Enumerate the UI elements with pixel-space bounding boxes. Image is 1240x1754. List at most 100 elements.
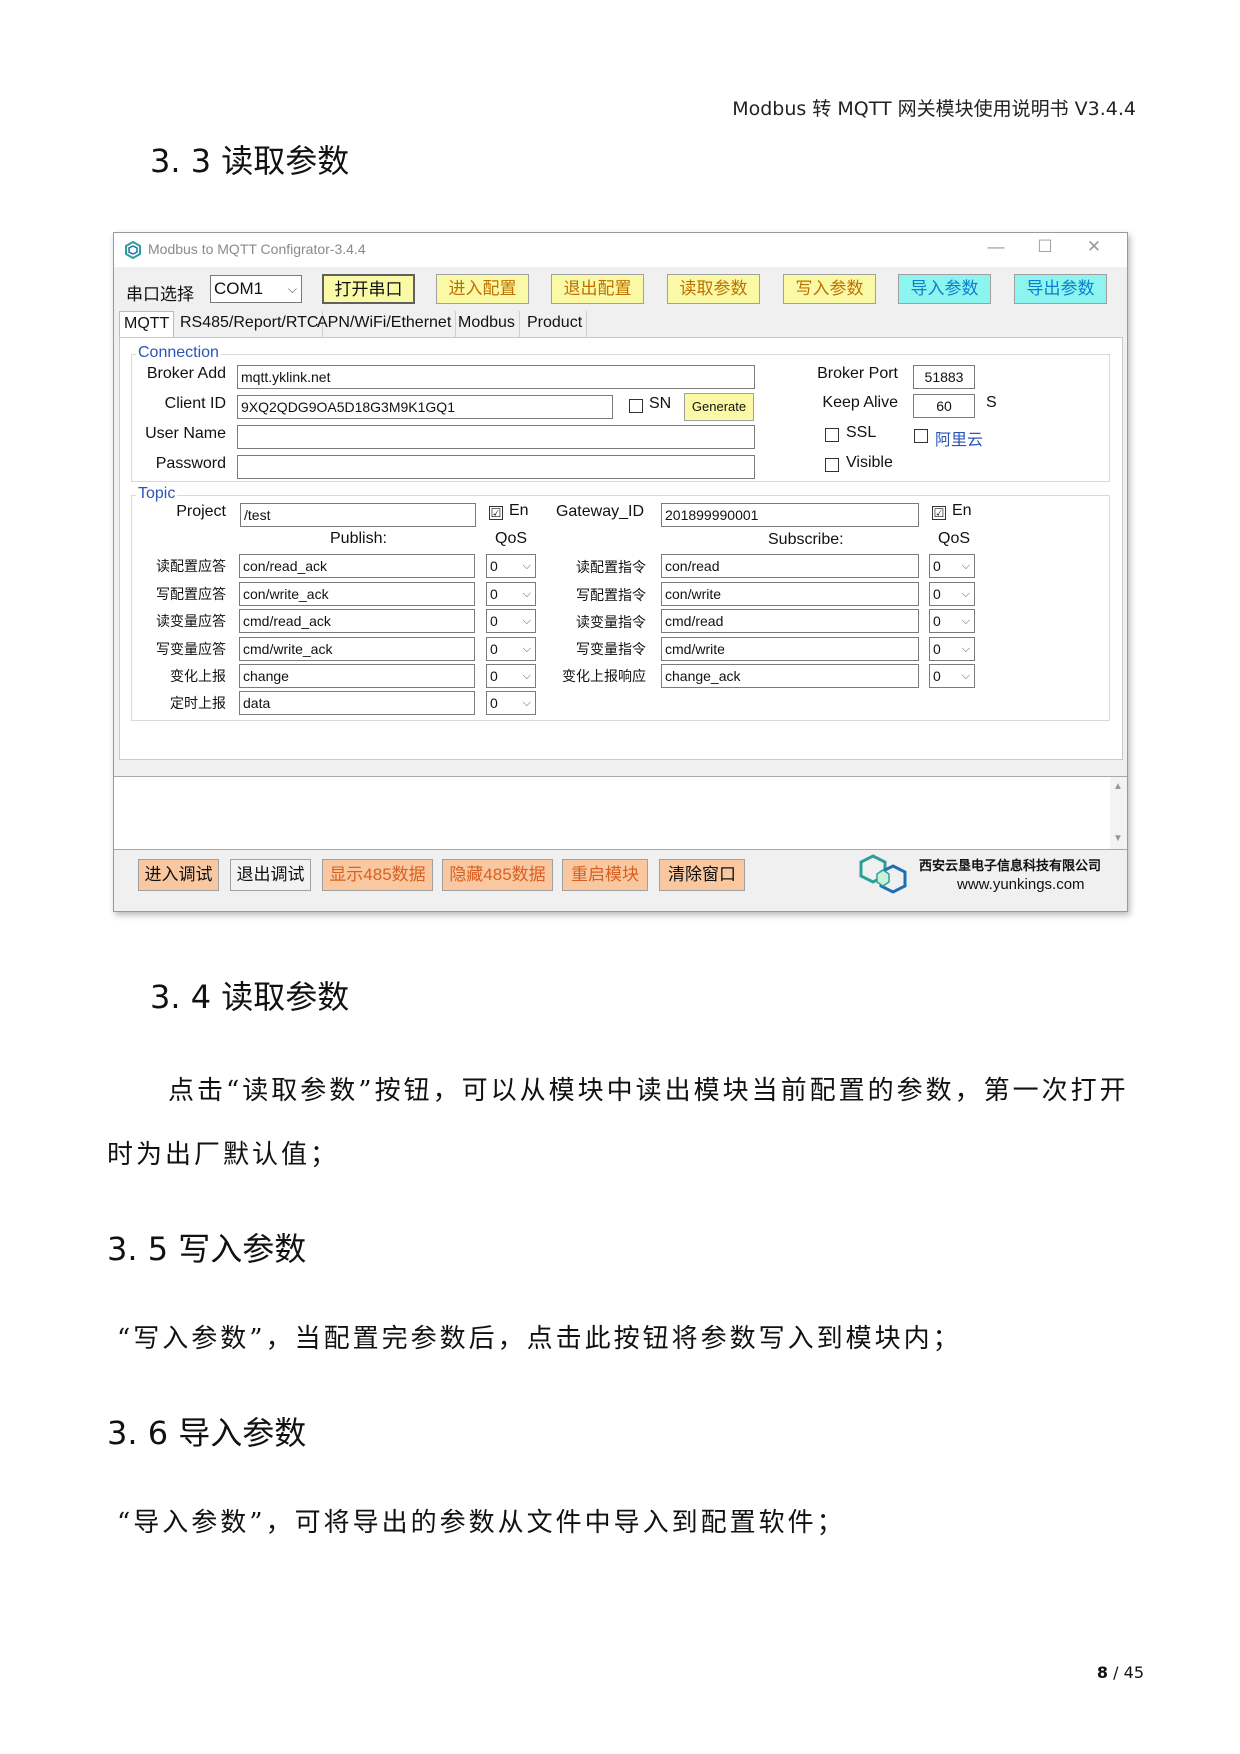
subscribe-topic-input[interactable]: con/read [661,554,919,578]
scroll-down-icon[interactable]: ▼ [1113,833,1123,844]
mqtt-panel: Connection Broker Add mqtt.yklink.net Cl… [119,337,1123,760]
hide-485-button[interactable]: 隐藏485数据 [442,859,553,891]
broker-port-input[interactable]: 51883 [913,365,975,389]
publish-qos-select[interactable]: 0 ⌵ [486,637,536,661]
tab-apn-wifi-ethernet[interactable]: APN/WiFi/Ethernet [313,311,457,337]
aliyun-label: 阿里云 [935,430,984,449]
qos-value: 0 [490,668,498,684]
chevron-down-icon: ⌵ [961,615,970,627]
subscribe-qos-select[interactable]: 0 ⌵ [929,554,975,578]
publish-qos-select[interactable]: 0 ⌵ [486,691,536,715]
close-button[interactable]: ✕ [1079,237,1109,257]
topic-group-label: Topic [136,485,178,503]
chevron-down-icon: ⌵ [522,670,531,682]
publish-topic-input[interactable]: data [239,691,475,715]
gateway-en-checkbox[interactable]: ☑ [932,506,946,520]
import-params-button[interactable]: 导入参数 [898,274,991,304]
connection-group-label: Connection [136,344,221,362]
chevron-down-icon: ⌵ [961,670,970,682]
subscribe-topic-input[interactable]: cmd/write [661,637,919,661]
tab-modbus[interactable]: Modbus [454,311,520,337]
chevron-down-icon: ⌵ [961,560,970,572]
publish-topic-input[interactable]: con/write_ack [239,582,475,606]
exit-debug-button[interactable]: 退出调试 [230,859,311,891]
page-current: 8 [1096,1663,1109,1682]
tab-rs485-report-rtc[interactable]: RS485/Report/RTC [176,311,324,337]
subscribe-row-label: 读变量指令 [576,615,646,631]
running-header: Modbus 转 MQTT 网关模块使用说明书 V3.4.4 [732,98,1136,120]
enter-config-button[interactable]: 进入配置 [436,274,529,304]
ssl-checkbox[interactable] [825,428,839,442]
subscribe-topic-input[interactable]: cmd/read [661,609,919,633]
section-heading-3-5: 3. 5 写入参数 [107,1230,307,1268]
publish-qos-header: QoS [495,530,528,547]
publish-topic-input[interactable]: change [239,664,475,688]
enter-debug-button[interactable]: 进入调试 [138,859,219,891]
export-params-button[interactable]: 导出参数 [1014,274,1107,304]
password-input[interactable] [237,455,755,479]
qos-value: 0 [490,695,498,711]
keep-alive-input[interactable]: 60 [913,394,975,418]
clear-window-button[interactable]: 清除窗口 [659,859,745,891]
sn-checkbox[interactable] [629,399,643,413]
subscribe-qos-select[interactable]: 0 ⌵ [929,664,975,688]
subscribe-qos-select[interactable]: 0 ⌵ [929,609,975,633]
subscribe-qos-select[interactable]: 0 ⌵ [929,582,975,606]
publish-topic-input[interactable]: con/read_ack [239,554,475,578]
qos-value: 0 [933,668,941,684]
serial-port-select[interactable]: COM1 ⌵ [210,275,302,303]
publish-qos-select[interactable]: 0 ⌵ [486,664,536,688]
subscribe-topic-input[interactable]: con/write [661,582,919,606]
project-en-checkbox[interactable]: ☑ [489,506,503,520]
subscribe-row-label: 写配置指令 [576,588,646,604]
restart-module-button[interactable]: 重启模块 [562,859,648,891]
minimize-button[interactable]: — [981,237,1011,257]
publish-row-label: 写配置应答 [156,587,226,603]
qos-value: 0 [933,641,941,657]
scroll-up-icon[interactable]: ▲ [1113,781,1123,792]
log-textarea[interactable]: ▲ ▼ [114,776,1127,850]
subscribe-topic-input[interactable]: change_ack [661,664,919,688]
read-params-button[interactable]: 读取参数 [667,274,760,304]
chevron-down-icon: ⌵ [522,697,531,709]
tab-mqtt[interactable]: MQTT [119,311,175,337]
exit-config-button[interactable]: 退出配置 [551,274,644,304]
serial-port-value: COM1 [214,279,264,298]
visible-checkbox[interactable] [825,458,839,472]
aliyun-checkbox[interactable] [914,429,928,443]
open-port-button[interactable]: 打开串口 [322,274,415,304]
qos-value: 0 [490,641,498,657]
broker-add-input[interactable]: mqtt.yklink.net [237,365,755,389]
chevron-down-icon: ⌵ [522,643,531,655]
publish-row-label: 读配置应答 [156,559,226,575]
gateway-id-input[interactable]: 201899990001 [661,503,919,527]
publish-topic-input[interactable]: cmd/write_ack [239,637,475,661]
tab-product[interactable]: Product [523,311,588,337]
user-name-label: User Name [145,425,226,442]
sn-label: SN [649,395,672,412]
user-name-input[interactable] [237,425,755,449]
app-logo-icon [125,241,141,259]
publish-topic-input[interactable]: cmd/read_ack [239,609,475,633]
log-scrollbar[interactable]: ▲ ▼ [1110,777,1127,849]
chevron-down-icon: ⌵ [522,560,531,572]
generate-button[interactable]: Generate [684,393,754,421]
maximize-button[interactable]: ☐ [1030,237,1060,257]
publish-qos-select[interactable]: 0 ⌵ [486,582,536,606]
window-title: Modbus to MQTT Configrator-3.4.4 [148,241,366,257]
write-params-button[interactable]: 写入参数 [783,274,876,304]
broker-port-label: Broker Port [817,365,898,382]
show-485-button[interactable]: 显示485数据 [322,859,433,891]
client-id-input[interactable]: 9XQ2QDG9OA5D18G3M9K1GQ1 [237,395,613,419]
publish-qos-select[interactable]: 0 ⌵ [486,609,536,633]
subscribe-row-label: 变化上报响应 [562,669,646,685]
company-name: 西安云垦电子信息科技有限公司 [919,859,1102,874]
qos-value: 0 [933,586,941,602]
client-id-label: Client ID [164,395,226,412]
qos-value: 0 [490,613,498,629]
project-input[interactable]: /test [240,503,476,527]
publish-qos-select[interactable]: 0 ⌵ [486,554,536,578]
subscribe-qos-select[interactable]: 0 ⌵ [929,637,975,661]
subscribe-qos-header: QoS [938,530,971,547]
chevron-down-icon: ⌵ [522,615,531,627]
